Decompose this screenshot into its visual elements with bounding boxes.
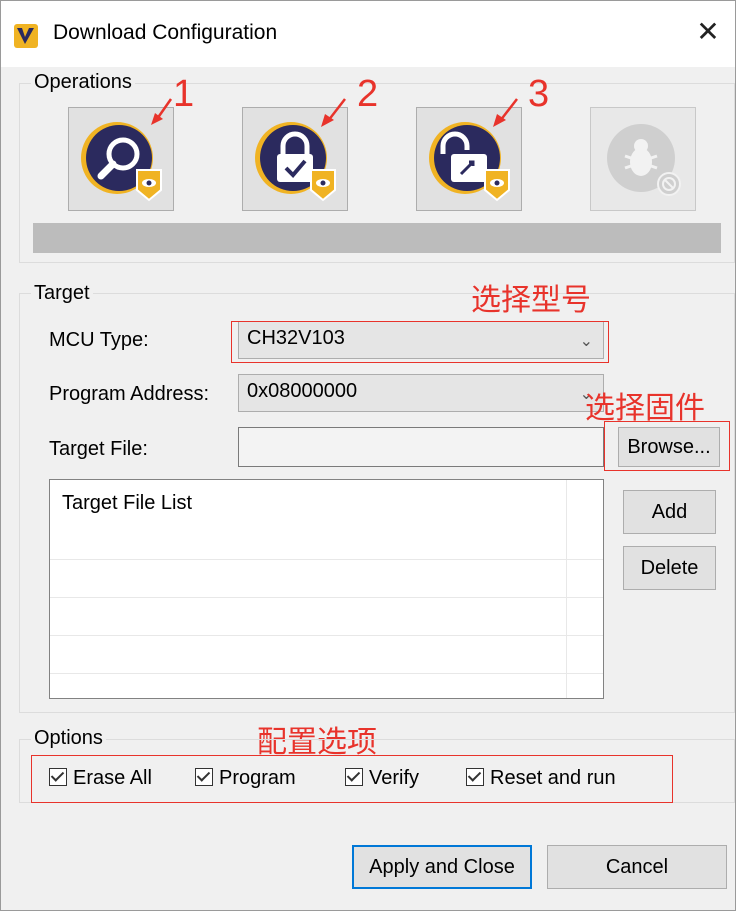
mcu-type-label: MCU Type: [49,329,149,351]
target-file-list[interactable]: Target File List [49,479,604,699]
download-configuration-dialog: Download Configuration ✕ Operations 1 2 … [0,0,736,911]
annotation-box-browse [604,421,730,471]
annotation-number-2: 2 [357,73,379,115]
program-address-value: 0x08000000 [247,380,358,402]
close-button[interactable]: ✕ [693,17,723,47]
list-column-divider [566,480,567,698]
delete-button[interactable]: Delete [623,546,716,590]
apply-and-close-button[interactable]: Apply and Close [352,845,532,889]
title-bar: Download Configuration ✕ [1,1,735,67]
unlock-eye-icon [429,122,510,202]
debug-button[interactable] [590,107,696,211]
list-row-divider [50,635,603,636]
program-address-select[interactable]: 0x08000000 ⌄ [238,374,604,412]
target-file-label: Target File: [49,438,148,460]
list-row-divider [50,597,603,598]
program-address-label: Program Address: [49,383,210,405]
window-title: Download Configuration [53,21,278,44]
annotation-arrow-3 [493,98,518,127]
app-logo-icon [14,24,38,48]
progress-bar [33,223,721,253]
annotation-arrow-1 [151,98,173,125]
bug-disabled-icon [607,124,681,196]
target-label: Target [31,282,93,305]
annotation-box-mcu [231,321,609,363]
lock-eye-icon [255,122,336,202]
annotation-number-3: 3 [528,73,550,115]
cancel-button[interactable]: Cancel [547,845,727,889]
list-row-divider [50,559,603,560]
add-button[interactable]: Add [623,490,716,534]
file-list-header: Target File List [62,492,193,514]
annotation-select-model: 选择型号 [471,283,591,318]
list-row-divider [50,673,603,674]
annotation-box-options [31,755,673,803]
annotation-number-1: 1 [173,73,195,115]
operations-label: Operations [31,71,135,94]
annotation-arrow-2 [321,98,346,127]
options-label: Options [31,727,106,750]
search-eye-icon [81,122,162,202]
target-file-input[interactable] [238,427,604,467]
